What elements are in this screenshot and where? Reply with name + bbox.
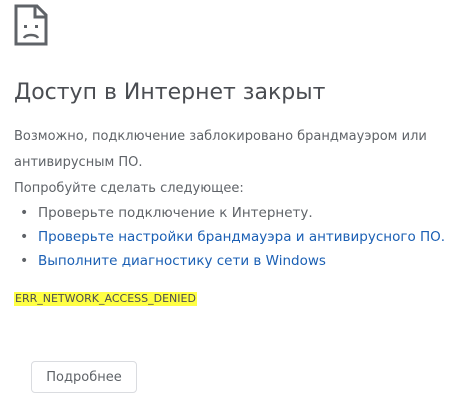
- suggestion-label: Проверьте подключение к Интернету.: [38, 205, 313, 221]
- sad-document-icon: [14, 4, 48, 46]
- suggestions-list: • Проверьте подключение к Интернету. • П…: [14, 201, 460, 273]
- error-code: ERR_NETWORK_ACCESS_DENIED: [14, 292, 197, 306]
- suggestion-network-diagnostics[interactable]: • Выполните диагностику сети в Windows: [20, 249, 460, 273]
- bullet-icon: •: [20, 205, 29, 221]
- suggestion-check-firewall[interactable]: • Проверьте настройки брандмауэра и анти…: [20, 225, 460, 249]
- bullet-icon: •: [20, 253, 29, 269]
- network-diagnostics-link[interactable]: Выполните диагностику сети в Windows: [38, 253, 326, 269]
- suggestion-check-connection: • Проверьте подключение к Интернету.: [20, 201, 460, 225]
- details-button[interactable]: Подробнее: [31, 361, 137, 393]
- error-message: Возможно, подключение заблокировано бран…: [14, 129, 427, 170]
- error-page: Доступ в Интернет закрыт Возможно, подкл…: [0, 0, 460, 402]
- suggestions-title: Попробуйте сделать следующее:: [14, 181, 244, 196]
- page-title: Доступ в Интернет закрыт: [14, 80, 326, 105]
- check-firewall-link[interactable]: Проверьте настройки брандмауэра и антиви…: [38, 229, 445, 245]
- bullet-icon: •: [20, 229, 29, 245]
